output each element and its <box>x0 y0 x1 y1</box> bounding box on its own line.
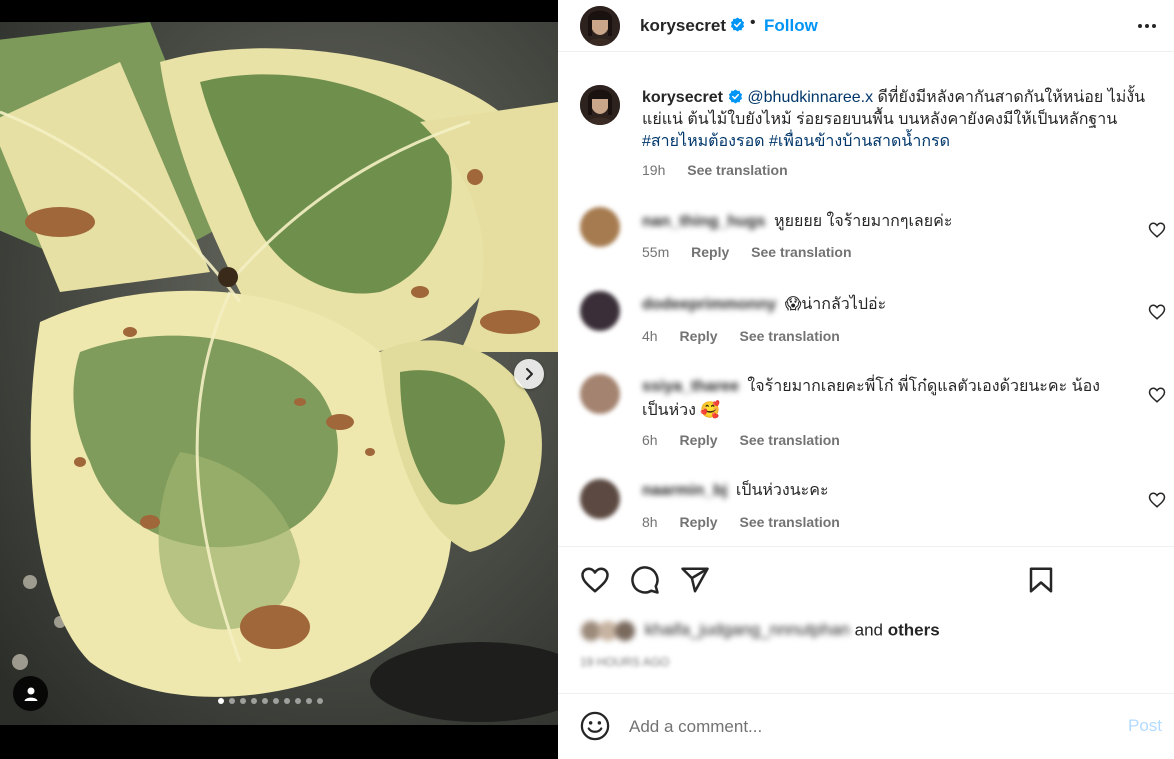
tagged-users-button[interactable] <box>13 676 48 711</box>
avatar-image <box>580 85 620 125</box>
heart-icon[interactable] <box>1148 221 1166 239</box>
header-separator: • <box>750 14 756 31</box>
add-comment-input[interactable] <box>629 713 1109 741</box>
author-avatar[interactable] <box>580 6 620 46</box>
comment-text: เป็นห่วงนะคะ <box>735 482 829 499</box>
comment-meta: 55m Reply See translation <box>642 244 870 260</box>
caption-text: korysecret @bhudkinnaree.x ดีที่ยังมีหลั… <box>642 87 1152 153</box>
verified-icon <box>728 89 743 104</box>
likes-summary: khaifa_judgang_nnnutphan and others <box>580 620 940 642</box>
author-username[interactable]: korysecret <box>640 16 726 36</box>
bookmark-icon[interactable] <box>1026 565 1056 595</box>
emoji-icon[interactable] <box>580 711 610 741</box>
commenter-username[interactable]: ssiya_tharee <box>642 378 739 395</box>
follow-button[interactable]: Follow <box>764 16 818 36</box>
comment-time[interactable]: 6h <box>642 432 658 448</box>
see-translation-button[interactable]: See translation <box>739 514 839 530</box>
carousel-dot <box>317 698 323 704</box>
liker-names[interactable]: khaifa_judgang_nnnutphan <box>645 620 850 639</box>
post-media <box>0 0 558 759</box>
liker-avatars <box>580 620 640 642</box>
comment-body: nan_thing_hugs หูยยยย ใจร้ายมากๆเลยค่ะ <box>642 210 1122 234</box>
comment-text: 😱น่ากลัวไปอ่ะ <box>784 296 887 313</box>
caption-time[interactable]: 19h <box>642 162 665 178</box>
reply-button[interactable]: Reply <box>679 328 717 344</box>
post-timestamp[interactable]: 19 HOURS AGO <box>580 655 669 669</box>
commenter-avatar[interactable] <box>580 374 620 414</box>
commenter-username[interactable]: dodeeprimmonny <box>642 296 776 313</box>
post-comment-button[interactable]: Post <box>1128 716 1162 736</box>
carousel-dot <box>229 698 235 704</box>
reply-button[interactable]: Reply <box>691 244 729 260</box>
see-translation-button[interactable]: See translation <box>751 244 851 260</box>
carousel-dot <box>262 698 268 704</box>
caption-author-avatar[interactable] <box>580 85 620 125</box>
like-heart-icon[interactable] <box>580 565 610 595</box>
comment-time[interactable]: 4h <box>642 328 658 344</box>
caption-meta: 19h See translation <box>642 162 806 178</box>
caption-see-translation[interactable]: See translation <box>687 162 787 178</box>
reply-button[interactable]: Reply <box>679 514 717 530</box>
carousel-dot <box>240 698 246 704</box>
carousel-dot <box>251 698 257 704</box>
post-image <box>0 22 558 725</box>
comment-time[interactable]: 8h <box>642 514 658 530</box>
comment-meta: 8h Reply See translation <box>642 514 858 530</box>
post-details-panel: korysecret • Follow korysecret @bhudkinn… <box>558 0 1174 759</box>
commenter-username[interactable]: nan_thing_hugs <box>642 213 766 230</box>
carousel-indicator <box>218 698 323 704</box>
commenter-avatar[interactable] <box>580 291 620 331</box>
comment-body: ssiya_tharee ใจร้ายมากเลยคะพี่โก๋ พี่โก๋… <box>642 375 1122 423</box>
comment-meta: 4h Reply See translation <box>642 328 858 344</box>
chevron-right-icon <box>526 368 533 380</box>
commenter-username[interactable]: naarmin_bj <box>642 482 727 499</box>
carousel-dot <box>284 698 290 704</box>
comment-time[interactable]: 55m <box>642 244 669 260</box>
verified-icon <box>730 17 745 32</box>
likes-others-link[interactable]: others <box>888 620 940 639</box>
caption-mention-link[interactable]: @bhudkinnaree.x <box>747 89 873 106</box>
post-header: korysecret • Follow <box>558 0 1174 52</box>
commenter-avatar[interactable] <box>580 207 620 247</box>
comment-icon[interactable] <box>630 565 660 595</box>
caption-hashtags[interactable]: #สายไหมต้องรอด #เพื่อนข้างบ้านสาดน้ำกรด <box>642 133 950 150</box>
heart-icon[interactable] <box>1148 491 1166 509</box>
likes-and-label: and <box>854 620 883 640</box>
carousel-dot <box>218 698 224 704</box>
carousel-dot <box>295 698 301 704</box>
comment-text: หูยยยย ใจร้ายมากๆเลยค่ะ <box>774 213 953 230</box>
share-icon[interactable] <box>680 565 710 595</box>
avatar-image <box>580 6 620 46</box>
plant-photo <box>0 22 558 725</box>
carousel-dot <box>306 698 312 704</box>
divider <box>558 546 1174 547</box>
carousel-dot <box>273 698 279 704</box>
reply-button[interactable]: Reply <box>679 432 717 448</box>
commenter-avatar[interactable] <box>580 479 620 519</box>
more-options-button[interactable] <box>1132 14 1162 38</box>
carousel-next-button[interactable] <box>514 359 544 389</box>
heart-icon[interactable] <box>1148 386 1166 404</box>
see-translation-button[interactable]: See translation <box>739 328 839 344</box>
verified-badge <box>725 17 745 35</box>
comment-body: naarmin_bj เป็นห่วงนะคะ <box>642 479 1122 503</box>
user-tag-icon <box>24 687 37 701</box>
comment-meta: 6h Reply See translation <box>642 432 858 448</box>
comment-body: dodeeprimmonny 😱น่ากลัวไปอ่ะ <box>642 293 1122 317</box>
more-horizontal-icon <box>1138 24 1156 28</box>
see-translation-button[interactable]: See translation <box>739 432 839 448</box>
heart-icon[interactable] <box>1148 303 1166 321</box>
caption-username[interactable]: korysecret <box>642 89 723 106</box>
divider <box>558 693 1174 694</box>
